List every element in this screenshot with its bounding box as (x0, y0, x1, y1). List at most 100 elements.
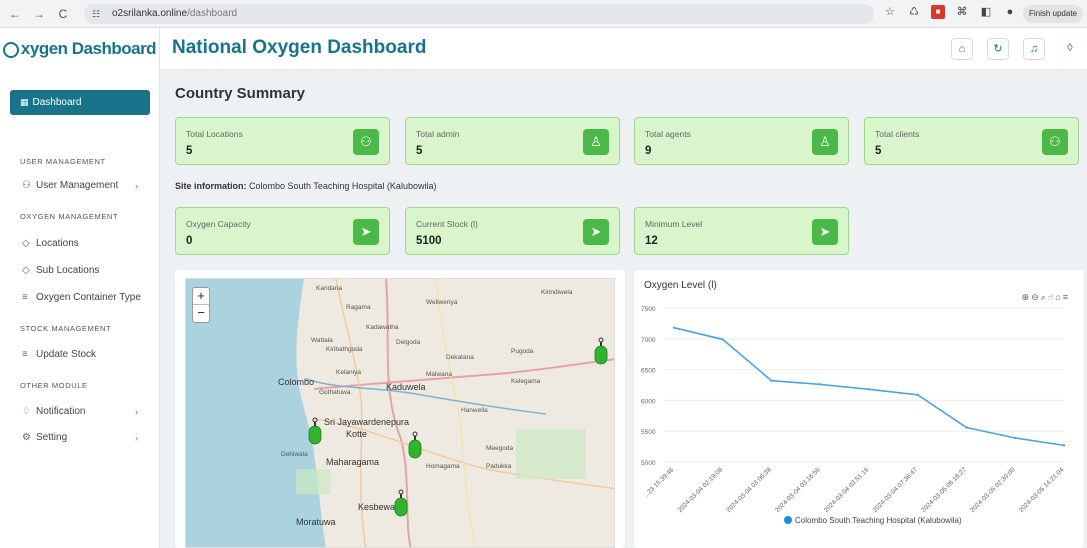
map-label: Malwana (426, 371, 453, 378)
card-value: 12 (645, 235, 658, 247)
x-tick-label: 2024-03-04 07:36:47 (872, 466, 920, 514)
chevron-right-icon: › (135, 181, 138, 191)
map-label: Homagama (426, 463, 460, 470)
card-value: 5 (875, 145, 882, 157)
card-label: Total agents (645, 129, 691, 139)
card-value: 5100 (416, 235, 442, 247)
map-label: Kelaniya (336, 369, 361, 376)
green-area (296, 469, 331, 494)
location-map[interactable]: Kandana Ragama Weliweriya Kirindiwela Ka… (185, 278, 615, 548)
section-user-management: USER MANAGEMENT (20, 157, 106, 166)
chevron-right-icon: › (135, 407, 138, 417)
map-label: Delgoda (396, 339, 421, 346)
oxygen-cylinder-marker[interactable] (594, 337, 608, 365)
total-admin-card: Total admin 5 ♙ (405, 117, 620, 165)
bookmark-star-icon[interactable]: ☆ (883, 5, 897, 19)
drop-icon: ◊ (1067, 42, 1073, 54)
home-button[interactable]: ⌂ (951, 38, 973, 60)
map-label: Moratuwa (296, 517, 336, 527)
x-tick-label: 2024-03-04 03:51:15 (823, 466, 871, 514)
data-point[interactable] (1062, 444, 1066, 447)
data-point[interactable] (819, 383, 822, 386)
bell-icon: ♢ (22, 406, 31, 417)
sidebar-item-notification[interactable]: ♢ Notification › (22, 404, 142, 420)
refresh-button[interactable]: ↻ (987, 38, 1009, 60)
total-clients-card: Total clients 5 ⚇ (864, 117, 1079, 165)
oxygen-cylinder-marker[interactable] (308, 417, 322, 445)
map-zoom-control: + − (192, 287, 210, 323)
sidebar-item-label: Update Stock (36, 349, 97, 360)
bell-icon: ♫ (1029, 43, 1039, 55)
data-point[interactable] (721, 338, 724, 341)
x-tick-label: 2024-03-05 08:18:27 (920, 466, 968, 514)
data-point[interactable] (867, 388, 871, 391)
sidebar-item-update-stock[interactable]: ≡ Update Stock (22, 347, 142, 363)
x-tick-label: 2024-03-04 03:16:56 (774, 466, 822, 514)
map-label: Dekatana (446, 354, 474, 361)
zoom-in-button[interactable]: + (193, 288, 209, 305)
extension-icon[interactable]: ♺ (907, 5, 921, 19)
sidebar-item-user-management[interactable]: ⚇ User Management › (22, 178, 142, 194)
gear-icon: ⚙ (22, 432, 31, 443)
data-point[interactable] (1014, 436, 1017, 440)
notification-button[interactable]: ♫ (1023, 38, 1045, 60)
location-icon: ◇ (22, 238, 30, 249)
profile-avatar-icon[interactable]: ● (1003, 5, 1017, 19)
chart-legend[interactable]: Colombo South Teaching Hospital (Kalubow… (784, 516, 962, 525)
browser-toolbar: ← → C ☷ o2srilanka.online/dashboard ☆ ♺ … (0, 0, 1087, 28)
forward-icon[interactable]: → (30, 5, 48, 23)
series-line[interactable] (673, 326, 1065, 447)
site-information: Site information: Colombo South Teaching… (175, 181, 436, 191)
zoom-out-button[interactable]: − (193, 305, 209, 322)
browser-extensions: ☆ ♺ ■ ⌘ ◧ ● (883, 5, 1017, 19)
users-icon: ⚇ (22, 180, 31, 191)
sidebar-item-sub-locations[interactable]: ◇ Sub Locations (22, 263, 142, 279)
total-locations-card: Total Locations 5 ⚇ (175, 117, 390, 165)
oxygen-level-chart-panel: Oxygen Level (l) ⊕⊖⌕☝⌂≡ 7500 7000 6500 6000… (634, 270, 1084, 548)
finish-update-button[interactable]: Finish update (1022, 5, 1083, 23)
sidebar-item-setting[interactable]: ⚙ Setting › (22, 430, 142, 446)
card-label: Total clients (875, 129, 920, 139)
url-path: /dashboard (187, 8, 238, 19)
data-point[interactable] (770, 379, 773, 382)
map-label: Kesbewa (358, 502, 396, 512)
oxygen-button[interactable]: ◊ (1059, 38, 1081, 60)
site-name: Colombo South Teaching Hospital (Kalubow… (249, 181, 437, 191)
reload-icon[interactable]: C (54, 5, 72, 23)
sidebar-item-locations[interactable]: ◇ Locations (22, 236, 142, 252)
extension-red-icon[interactable]: ■ (931, 5, 945, 19)
map-label: Pugoda (511, 348, 534, 355)
y-tick-label: 5000 (641, 460, 656, 467)
map-label: Padukka (486, 463, 512, 470)
oxygen-cylinder-marker[interactable] (408, 431, 422, 459)
river (305, 378, 547, 415)
sidebar: xygen Dashboard ▦ Dashboard USER MANAGEME… (0, 28, 160, 548)
sidebar-item-dashboard[interactable]: ▦ Dashboard (10, 90, 150, 115)
app-logo[interactable]: xygen Dashboard (0, 28, 159, 70)
sidepanel-icon[interactable]: ◧ (979, 5, 993, 19)
x-tick-label: 2024-03-04 02:19:08 (677, 466, 725, 514)
card-value: 5 (416, 145, 423, 157)
page-title: National Oxygen Dashboard (172, 37, 427, 58)
minimum-level-card: Minimum Level 12 ➤ (634, 207, 849, 255)
users-icon: ⚇ (353, 129, 379, 155)
map-label: Kaduwela (386, 382, 426, 392)
sidebar-item-oxygen-container-type[interactable]: ≡ Oxygen Container Type (22, 290, 142, 306)
map-label: Colombo (278, 377, 315, 387)
map-label: Meegoda (486, 445, 514, 452)
data-point[interactable] (672, 326, 676, 329)
card-label: Current Stock (l) (416, 219, 478, 229)
oxygen-cylinder-marker[interactable] (394, 489, 408, 517)
x-tick-label: 2024-03-05 02:30:00 (969, 466, 1017, 514)
data-point[interactable] (916, 393, 919, 397)
back-icon[interactable]: ← (6, 5, 24, 23)
country-summary-title: Country Summary (175, 85, 306, 102)
location-icon: ◇ (22, 265, 30, 276)
grid-icon: ▦ (20, 97, 29, 107)
current-stock-card: Current Stock (l) 5100 ➤ (405, 207, 620, 255)
address-bar[interactable]: ☷ o2srilanka.online/dashboard (84, 4, 874, 24)
site-settings-icon[interactable]: ☷ (92, 4, 100, 24)
puzzle-icon[interactable]: ⌘ (955, 5, 969, 19)
card-value: 0 (186, 235, 193, 247)
data-point[interactable] (965, 426, 968, 429)
